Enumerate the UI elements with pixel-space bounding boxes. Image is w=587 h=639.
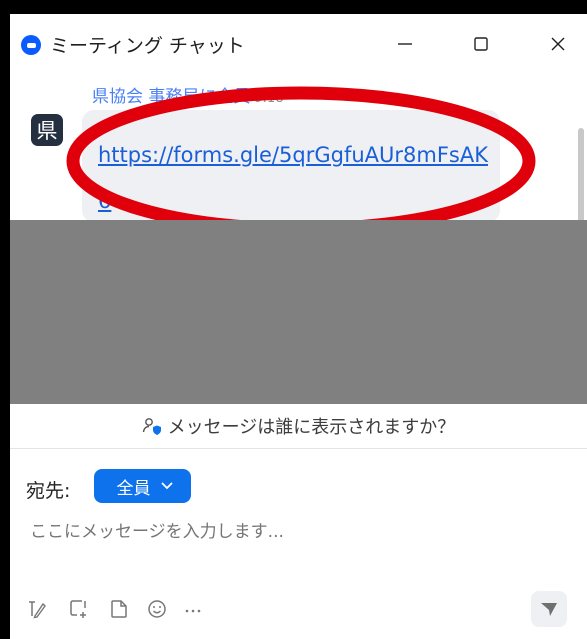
file-icon bbox=[111, 600, 127, 618]
format-button[interactable] bbox=[24, 596, 50, 622]
maximize-button[interactable] bbox=[461, 24, 501, 64]
message-input[interactable] bbox=[28, 512, 572, 552]
minimize-icon bbox=[398, 43, 412, 45]
message-time: 9:18 bbox=[254, 91, 284, 106]
chat-messages[interactable]: 県協会 事務局に全員 9:18 県 https://forms.gle/5qrGg… bbox=[10, 70, 587, 220]
recipient-value: 全員 bbox=[116, 478, 151, 499]
emoji-icon bbox=[148, 600, 166, 618]
title-bar: ミーティング チャット bbox=[10, 14, 587, 70]
format-icon bbox=[29, 601, 46, 619]
message-sender: 県協会 事務局に全員 9:18 bbox=[92, 82, 284, 107]
sender-name: 県協会 事務局に全員 bbox=[92, 87, 251, 107]
zoom-app-icon bbox=[21, 35, 41, 55]
visibility-notice[interactable]: メッセージは誰に表示されますか？ bbox=[10, 404, 587, 449]
close-button[interactable] bbox=[538, 24, 578, 64]
close-icon bbox=[551, 37, 565, 51]
chat-scrollbar[interactable] bbox=[578, 128, 584, 220]
maximize-icon bbox=[474, 37, 488, 51]
redacted-region bbox=[10, 220, 587, 404]
more-button[interactable] bbox=[180, 596, 206, 622]
more-icon bbox=[185, 609, 201, 613]
chevron-down-icon bbox=[161, 482, 172, 490]
window-title: ミーティング チャット bbox=[50, 35, 245, 57]
screenshot-icon bbox=[70, 600, 86, 618]
emoji-button[interactable] bbox=[144, 596, 170, 622]
visibility-notice-text: メッセージは誰に表示されますか？ bbox=[167, 417, 456, 438]
minimize-button[interactable] bbox=[385, 24, 425, 64]
recipient-dropdown[interactable]: 全員 bbox=[94, 469, 191, 503]
screenshot-button[interactable] bbox=[66, 596, 92, 622]
send-button[interactable] bbox=[531, 591, 567, 627]
file-button[interactable] bbox=[106, 596, 132, 622]
message-link[interactable]: https://forms.gle/5qrGgfuAUr8mFsAK6 bbox=[98, 132, 490, 220]
avatar[interactable]: 県 bbox=[31, 114, 63, 146]
meeting-chat-window: ミーティング チャット 県協会 事務局に全員 9:18 県 https://for… bbox=[10, 14, 587, 639]
send-icon bbox=[541, 603, 557, 616]
people-lock-icon bbox=[142, 416, 162, 436]
recipient-label: 宛先: bbox=[26, 480, 71, 502]
